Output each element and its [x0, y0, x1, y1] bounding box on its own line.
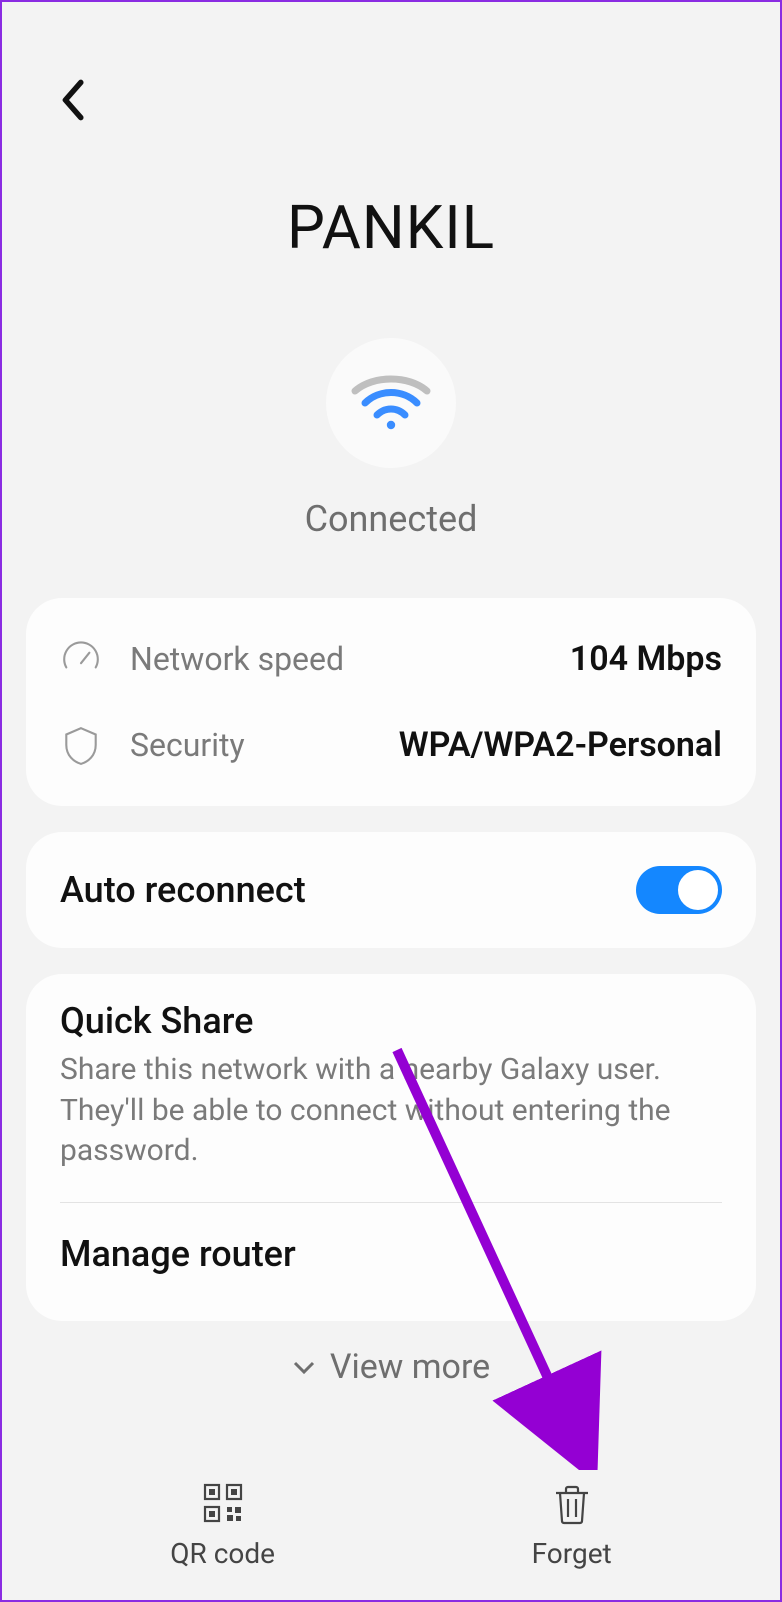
network-speed-label: Network speed: [130, 640, 570, 678]
share-card: Quick Share Share this network with a ne…: [26, 974, 756, 1321]
view-more-label: View more: [330, 1347, 490, 1387]
auto-reconnect-label: Auto reconnect: [60, 869, 636, 911]
auto-reconnect-row[interactable]: Auto reconnect: [60, 832, 722, 948]
chevron-left-icon: [58, 78, 86, 122]
qr-code-label: QR code: [170, 1537, 275, 1570]
wifi-icon-badge: [326, 338, 456, 468]
wifi-icon: [351, 373, 431, 433]
qr-code-icon: [199, 1479, 247, 1527]
qr-code-button[interactable]: QR code: [170, 1479, 275, 1570]
view-more-button[interactable]: View more: [2, 1347, 780, 1387]
forget-label: Forget: [532, 1537, 612, 1570]
shield-icon: [60, 724, 102, 766]
network-name: PANKIL: [2, 192, 780, 263]
back-button[interactable]: [58, 78, 98, 134]
quick-share-description: Share this network with a nearby Galaxy …: [60, 1050, 722, 1194]
chevron-down-icon: [292, 1359, 316, 1375]
quick-share-row[interactable]: Quick Share Share this network with a ne…: [60, 1000, 722, 1194]
security-label: Security: [130, 726, 399, 764]
gauge-icon: [60, 638, 102, 680]
network-speed-value: 104 Mbps: [570, 639, 722, 679]
network-info-card: Network speed 104 Mbps Security WPA/WPA2…: [26, 598, 756, 806]
network-speed-row[interactable]: Network speed 104 Mbps: [60, 616, 722, 702]
manage-router-row[interactable]: Manage router: [60, 1203, 722, 1311]
security-row[interactable]: Security WPA/WPA2-Personal: [60, 702, 722, 788]
security-value: WPA/WPA2-Personal: [399, 725, 722, 765]
quick-share-title: Quick Share: [60, 1000, 722, 1042]
auto-reconnect-toggle[interactable]: [636, 866, 722, 914]
toggle-knob: [676, 868, 720, 912]
forget-button[interactable]: Forget: [532, 1479, 612, 1570]
bottom-bar: QR code Forget: [2, 1479, 780, 1570]
connection-status: Connected: [2, 498, 780, 540]
trash-icon: [548, 1479, 596, 1527]
auto-reconnect-card: Auto reconnect: [26, 832, 756, 948]
